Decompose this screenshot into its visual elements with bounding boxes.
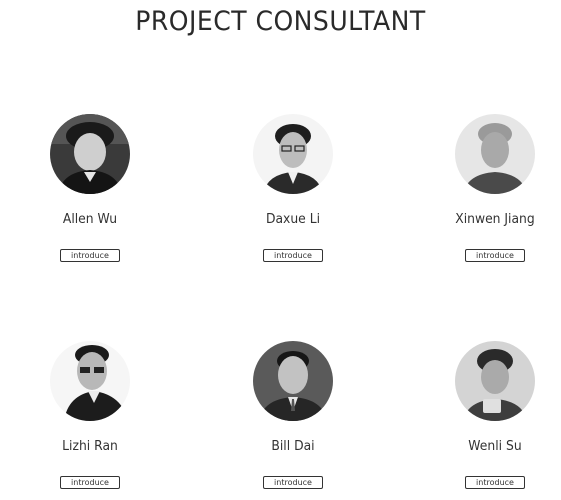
avatar <box>455 114 535 194</box>
consultant-name: Daxue Li <box>265 212 321 227</box>
introduce-button[interactable]: introduce <box>60 476 120 489</box>
consultant-name: Allen Wu <box>62 212 118 227</box>
introduce-button[interactable]: introduce <box>465 249 525 262</box>
introduce-button[interactable]: introduce <box>60 249 120 262</box>
avatar <box>50 114 130 194</box>
avatar <box>455 341 535 421</box>
consultant-name: Xinwen Jiang <box>455 212 535 227</box>
page-title: PROJECT CONSULTANT <box>135 6 426 37</box>
consultant-name: Lizhi Ran <box>62 439 118 454</box>
avatar <box>253 341 333 421</box>
consultant-name: Wenli Su <box>468 439 522 454</box>
avatar <box>50 341 130 421</box>
introduce-button[interactable]: introduce <box>263 476 323 489</box>
consultant-name: Bill Dai <box>271 439 315 454</box>
avatar <box>253 114 333 194</box>
introduce-button[interactable]: introduce <box>263 249 323 262</box>
introduce-button[interactable]: introduce <box>465 476 525 489</box>
